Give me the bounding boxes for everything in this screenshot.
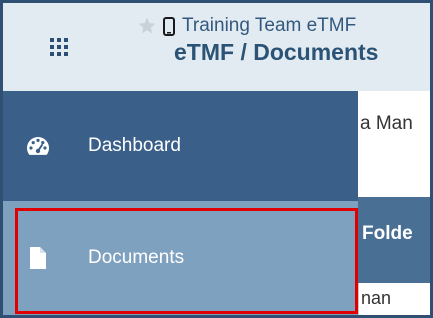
star-icon[interactable] bbox=[137, 16, 157, 36]
page-title-area: Training Team eTMF eTMF / Documents bbox=[137, 15, 427, 85]
content-row: a Man bbox=[358, 91, 430, 198]
document-icon bbox=[30, 247, 46, 269]
study-name: Training Team eTMF bbox=[182, 15, 357, 36]
sidebar-nav: Dashboard Documents bbox=[3, 91, 358, 315]
page-title: eTMF / Documents bbox=[174, 39, 379, 65]
study-title-line: Training Team eTMF bbox=[137, 15, 427, 37]
sidebar-item-dashboard[interactable]: Dashboard bbox=[3, 91, 358, 201]
table-row[interactable]: nan bbox=[358, 283, 430, 315]
column-header-label: Folde bbox=[362, 223, 413, 244]
app-menu-button[interactable] bbox=[3, 3, 118, 91]
dashboard-gauge-icon bbox=[27, 137, 50, 155]
content-row-text: a Man bbox=[360, 113, 413, 134]
top-header: Training Team eTMF eTMF / Documents bbox=[3, 3, 430, 92]
table-cell-text: nan bbox=[361, 288, 392, 308]
sidebar-item-label: Documents bbox=[88, 247, 185, 268]
app-frame: Training Team eTMF eTMF / Documents a Ma… bbox=[3, 3, 430, 315]
sidebar-item-documents[interactable]: Documents bbox=[3, 201, 358, 315]
sidebar-item-label: Dashboard bbox=[88, 135, 181, 156]
grid-icon bbox=[50, 38, 68, 56]
table-column-header[interactable]: Folde bbox=[358, 197, 430, 283]
phone-icon bbox=[163, 16, 175, 36]
main-content-peek: a Man Folde nan bbox=[358, 91, 430, 315]
